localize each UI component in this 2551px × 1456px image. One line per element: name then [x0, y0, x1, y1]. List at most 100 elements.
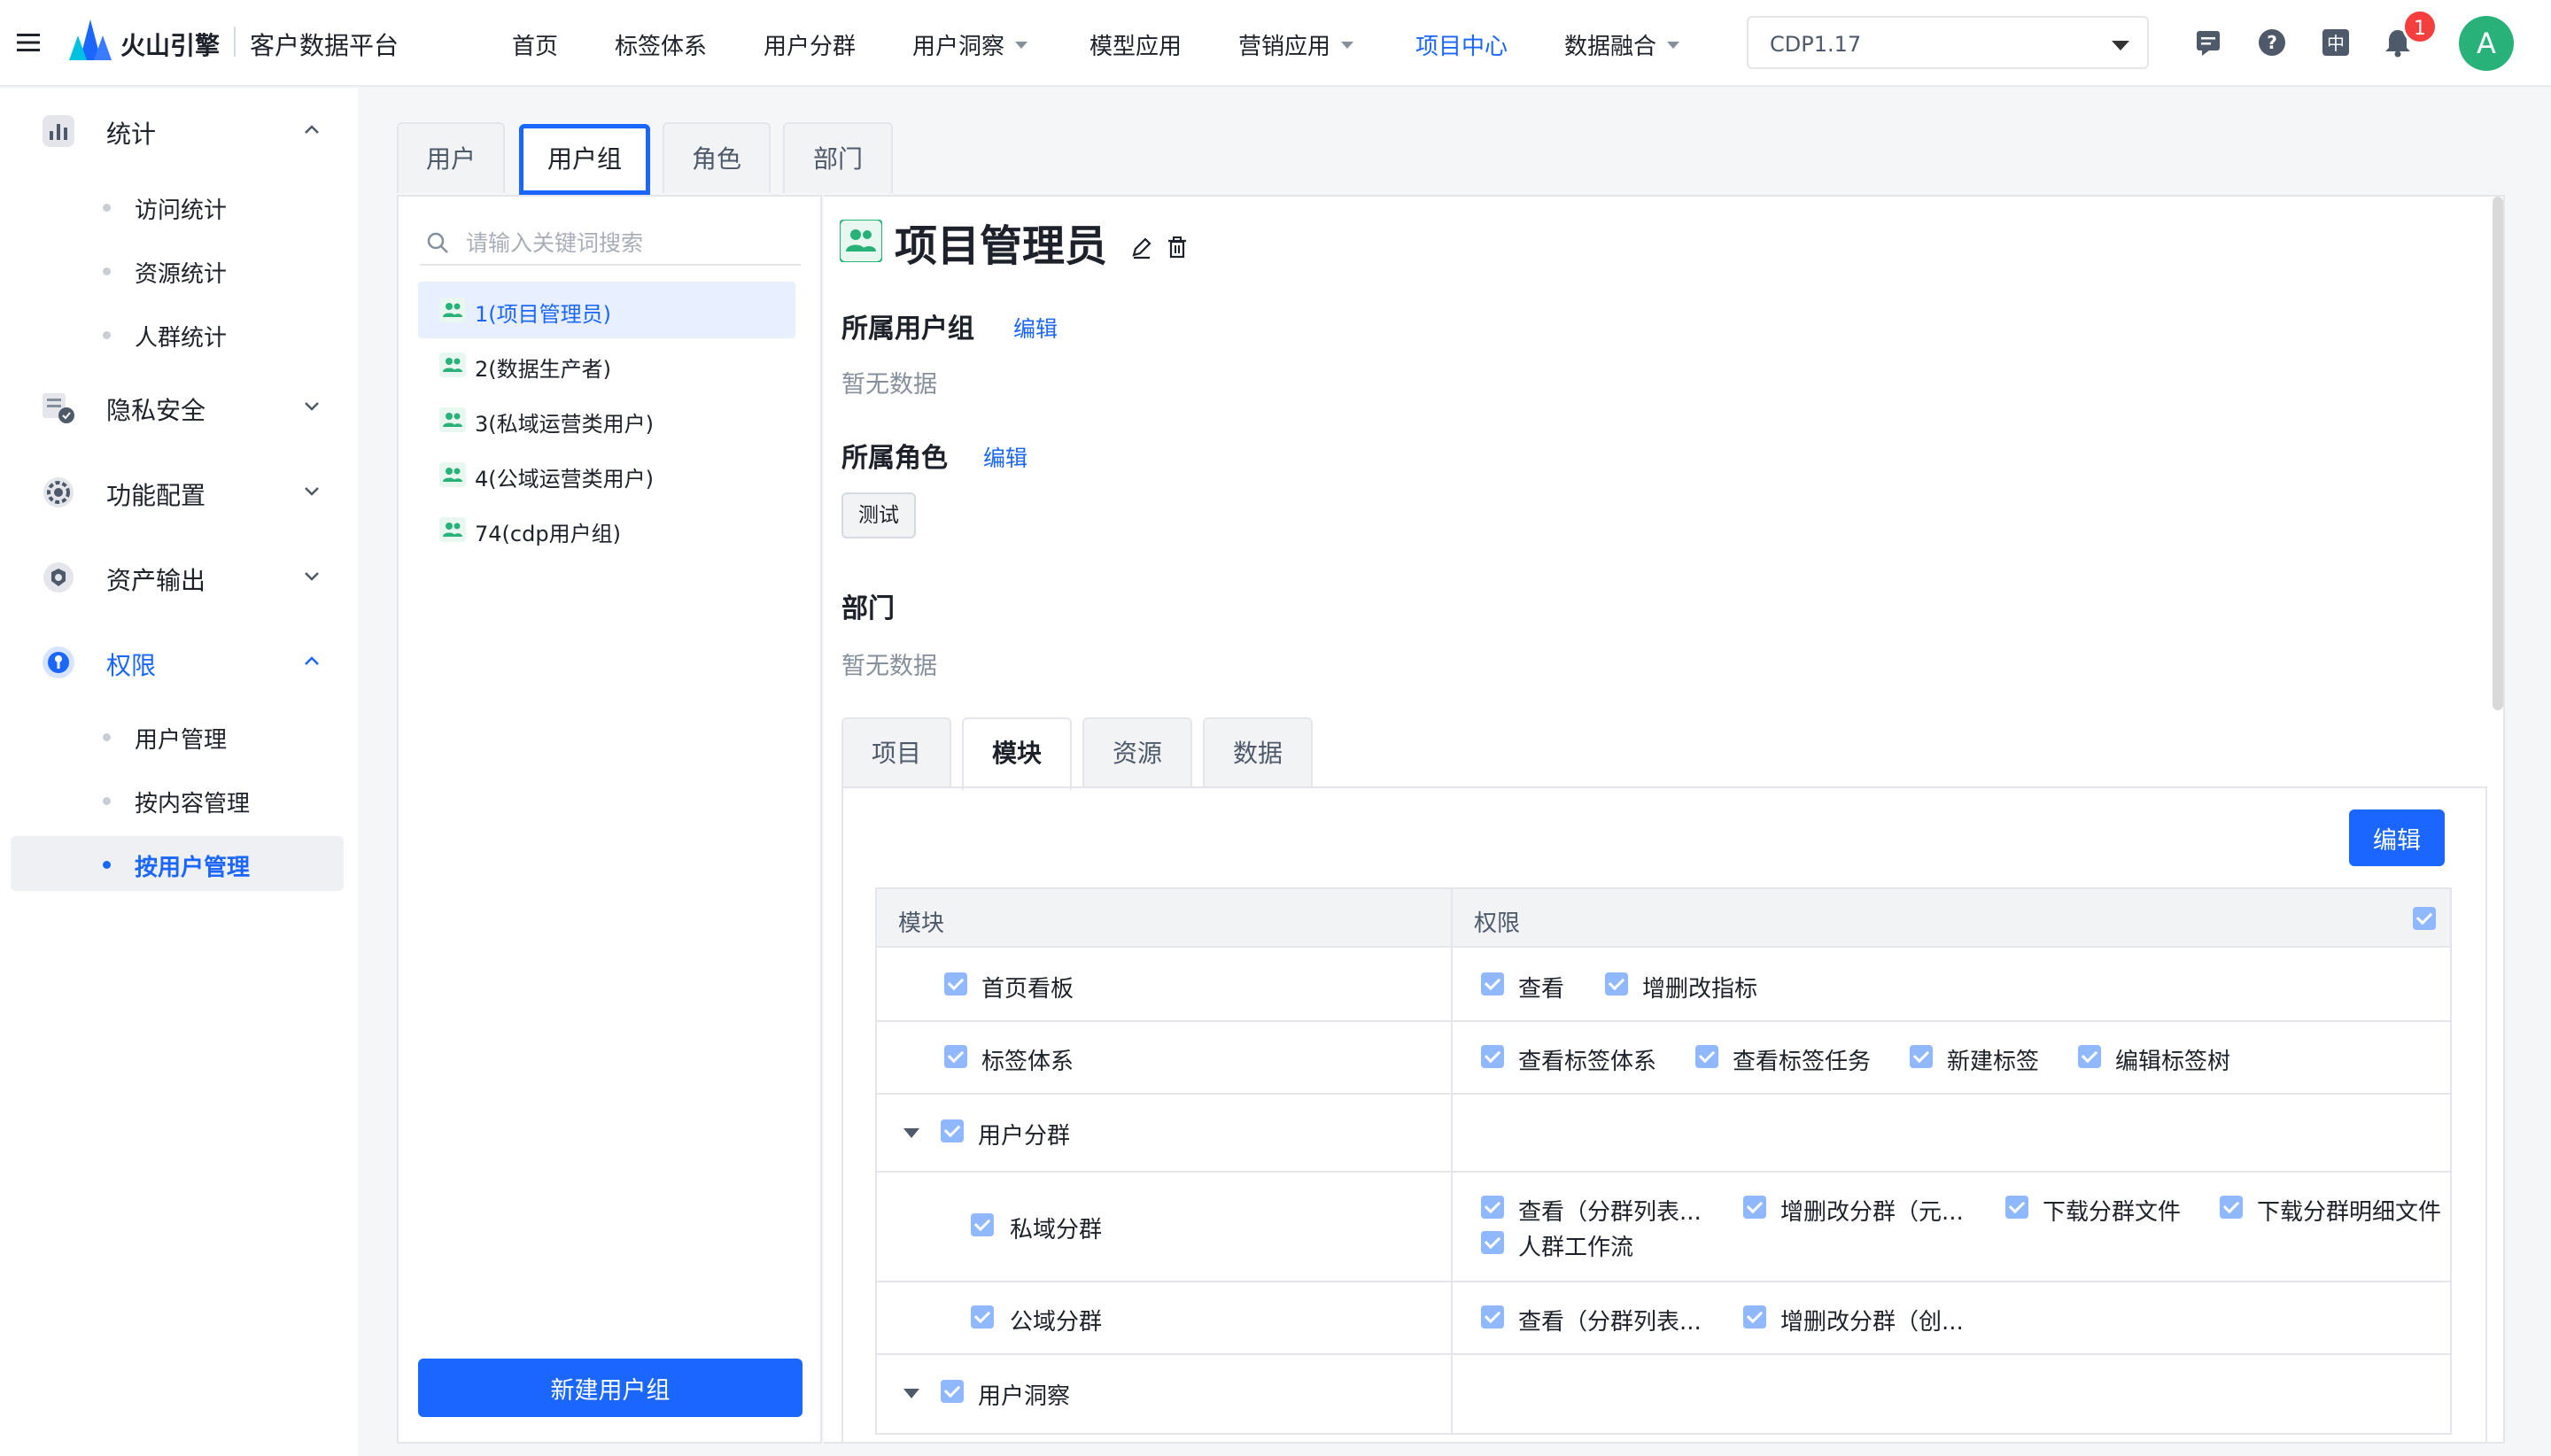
nav-project-center[interactable]: 项目中心 [1415, 28, 1508, 61]
tab-department[interactable]: 部门 [783, 122, 893, 193]
platform-name: 客户数据平台 [250, 31, 399, 60]
user-group-icon [439, 298, 466, 322]
permission-checkbox[interactable] [1910, 1045, 1933, 1068]
chevron-down-icon [1667, 41, 1680, 49]
tab-project[interactable]: 项目 [841, 717, 951, 788]
permission-checkbox[interactable] [1481, 1231, 1504, 1254]
tab-role[interactable]: 角色 [663, 122, 771, 193]
bullet-dot [103, 797, 111, 805]
module-cell: 私域分群 [877, 1173, 1453, 1281]
permission-checkbox[interactable] [2005, 1196, 2028, 1219]
nav-user-insight[interactable]: 用户洞察 [912, 28, 1028, 61]
edit-button[interactable]: 编辑 [2349, 809, 2445, 866]
language-icon[interactable]: 中 [2321, 27, 2351, 58]
tab-data[interactable]: 数据 [1203, 717, 1313, 788]
nav-model-app[interactable]: 模型应用 [1089, 28, 1182, 61]
list-item[interactable]: 2(数据生产者) [418, 337, 795, 393]
permission-checkbox[interactable] [1695, 1045, 1718, 1068]
sidebar-group-label: 隐私安全 [106, 396, 206, 425]
nav-home[interactable]: 首页 [512, 28, 558, 61]
sidebar-group-stats[interactable]: 统计 [0, 103, 358, 156]
edit-user-group-link[interactable]: 编辑 [1013, 312, 1058, 344]
sidebar-group-label: 权限 [106, 651, 157, 680]
user-group-icon [840, 220, 882, 262]
permission-label: 查看 [1518, 976, 1565, 1003]
module-checkbox[interactable] [941, 1119, 964, 1142]
version-select[interactable]: CDP1.17 [1747, 16, 2149, 69]
permission-label: 下载分群明细文件 [2257, 1199, 2442, 1226]
list-item[interactable]: 3(私域运营类用户) [418, 391, 795, 448]
new-user-group-button[interactable]: 新建用户组 [418, 1359, 803, 1417]
permission-label: 人群工作流 [1518, 1235, 1634, 1261]
sidebar-item-resource-stats[interactable]: 资源统计 [11, 243, 344, 298]
sidebar-item-by-user-management[interactable]: 按用户管理 [11, 836, 344, 891]
caret-down-icon[interactable] [903, 1389, 919, 1398]
sidebar-item-content-management[interactable]: 按内容管理 [11, 772, 344, 827]
edit-role-link[interactable]: 编辑 [983, 441, 1027, 473]
tab-user[interactable]: 用户 [397, 122, 505, 193]
permission-checkbox[interactable] [1481, 1196, 1504, 1219]
module-checkbox[interactable] [944, 972, 967, 995]
sidebar-group-label: 资产输出 [106, 566, 206, 595]
sidebar-item-user-management[interactable]: 用户管理 [11, 709, 344, 763]
nav-marketing-app[interactable]: 营销应用 [1238, 28, 1354, 61]
asset-output-icon [41, 560, 76, 595]
permission-checkbox[interactable] [1743, 1305, 1766, 1328]
list-item-label: 3(私域运营类用户) [475, 412, 654, 437]
key-icon [41, 645, 76, 680]
select-all-checkbox[interactable] [2413, 907, 2436, 930]
avatar[interactable]: A [2459, 16, 2514, 71]
empty-text: 暂无数据 [841, 653, 937, 680]
scrollbar[interactable] [2493, 197, 2503, 710]
tab-module[interactable]: 模块 [962, 717, 1072, 790]
help-icon[interactable]: ? [2257, 27, 2287, 58]
bullet-dot [103, 861, 111, 869]
list-item[interactable]: 4(公域运营类用户) [418, 446, 795, 503]
sidebar-item-label: 按用户管理 [135, 855, 251, 881]
chevron-down-icon [301, 480, 322, 501]
nav-data-fusion[interactable]: 数据融合 [1564, 28, 1680, 61]
permission-checkbox[interactable] [2078, 1045, 2101, 1068]
caret-down-icon[interactable] [903, 1128, 919, 1138]
module-checkbox[interactable] [971, 1213, 994, 1236]
trash-icon[interactable] [1164, 234, 1190, 260]
nav-segmentation[interactable]: 用户分群 [764, 28, 856, 61]
tab-user-group[interactable]: 用户组 [519, 124, 650, 195]
list-item-label: 1(项目管理员) [475, 302, 611, 327]
permission-checkbox[interactable] [1743, 1196, 1766, 1219]
sidebar-item-label: 按内容管理 [135, 791, 251, 817]
permission-label: 增删改分群（元... [1780, 1199, 1964, 1226]
list-item[interactable]: 1(项目管理员) [418, 282, 795, 338]
permission-checkbox[interactable] [1605, 972, 1628, 995]
permission-checkbox[interactable] [1481, 972, 1504, 995]
role-tag: 测试 [841, 492, 916, 538]
permission-checkbox[interactable] [1481, 1305, 1504, 1328]
sidebar-group-permission[interactable]: 权限 [0, 634, 358, 687]
hamburger-menu-icon[interactable] [14, 28, 43, 57]
sidebar-item-visit-stats[interactable]: 访问统计 [11, 179, 344, 234]
tab-resource[interactable]: 资源 [1082, 717, 1192, 788]
list-item[interactable]: 74(cdp用户组) [418, 501, 795, 558]
column-header-module: 模块 [875, 887, 1453, 948]
message-icon[interactable] [2193, 27, 2223, 58]
module-cell: 用户洞察 [877, 1355, 1453, 1433]
module-cell: 用户分群 [877, 1095, 1453, 1171]
bullet-dot [103, 331, 111, 339]
sidebar-item-crowd-stats[interactable]: 人群统计 [11, 306, 344, 361]
gear-icon [41, 475, 76, 510]
sidebar-group-privacy[interactable]: 隐私安全 [0, 379, 358, 432]
module-checkbox[interactable] [971, 1305, 994, 1328]
table-row: 用户洞察 [875, 1355, 2452, 1435]
sidebar-group-asset-output[interactable]: 资产输出 [0, 549, 358, 602]
pencil-icon[interactable] [1128, 234, 1155, 260]
nav-tag-system[interactable]: 标签体系 [615, 28, 707, 61]
svg-text:?: ? [2267, 32, 2277, 53]
search-input[interactable] [464, 225, 792, 260]
module-checkbox[interactable] [941, 1380, 964, 1403]
permission-checkbox[interactable] [1481, 1045, 1504, 1068]
permission-checkbox[interactable] [2220, 1196, 2243, 1219]
sidebar-group-config[interactable]: 功能配置 [0, 464, 358, 517]
empty-text: 暂无数据 [841, 371, 937, 399]
sidebar: 统计 访问统计 资源统计 人群统计 隐私安全 功能配置 资产输出 权限 用户管理… [0, 89, 358, 1456]
module-checkbox[interactable] [944, 1045, 967, 1068]
